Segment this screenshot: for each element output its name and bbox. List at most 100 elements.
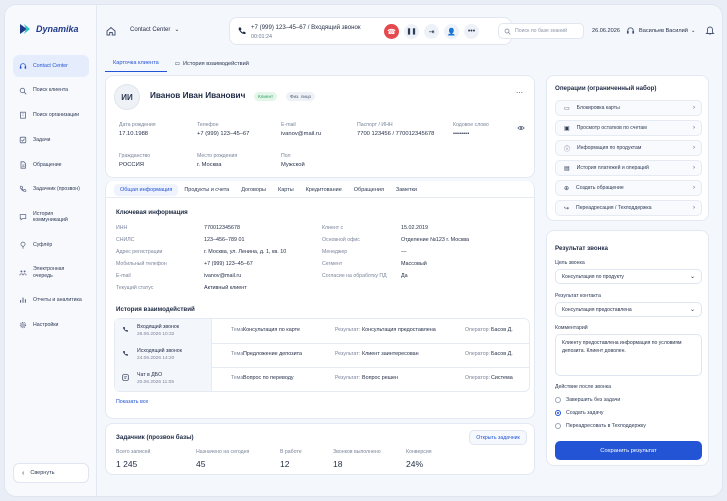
pause-icon: ❚❚ xyxy=(406,29,417,35)
subtab-notes[interactable]: Заметки xyxy=(390,184,423,196)
kv-value: Отделение №123 г. Москва xyxy=(401,237,470,243)
subtab-general[interactable]: Общая информация xyxy=(114,184,179,196)
goal-select[interactable]: Консультация по продукту ⌄ xyxy=(555,269,702,284)
option-create-task[interactable]: Создать задачу xyxy=(555,410,604,416)
subtab-appeals[interactable]: Обращения xyxy=(348,184,390,196)
sidebar-item-org-search[interactable]: Поиск организации xyxy=(13,104,89,126)
history-title: История взаимодействий xyxy=(116,306,195,313)
gear-icon xyxy=(19,321,27,328)
chevron-down-icon: ⌄ xyxy=(689,307,695,313)
kv-value: — xyxy=(401,249,407,255)
radio-button[interactable] xyxy=(555,397,561,403)
search-icon xyxy=(19,87,27,95)
sidebar-item-appeal[interactable]: Обращение xyxy=(13,154,89,176)
kv-value: 15.02.2019 xyxy=(401,225,428,231)
goal-value: Консультация по продукту xyxy=(562,273,624,280)
option-label: Переадресовать в Техподдержку xyxy=(566,423,646,429)
subtab-cards[interactable]: Карты xyxy=(272,184,300,196)
operation-products-info[interactable]: ⓘ Информация по продуктам › xyxy=(555,140,702,156)
more-button[interactable]: ••• xyxy=(464,24,479,39)
topbar: Contact Center ⌄ +7 (999) 123–45–67 / Вх… xyxy=(97,5,722,53)
sidebar-item-contact-center[interactable]: Contact Center xyxy=(13,55,89,77)
user-menu[interactable]: Васильев Василий ⌄ xyxy=(639,28,696,34)
history-type: Входящий звонок xyxy=(137,324,180,330)
info-icon: ⓘ xyxy=(564,146,571,153)
result-label: Результат: xyxy=(335,351,361,357)
search-input[interactable]: Поиск по базе знаний xyxy=(515,28,567,34)
history-row[interactable]: Входящий звонок 26.06.2026 10:32 Тема: К… xyxy=(115,319,533,343)
operation-create-appeal[interactable]: ⊕ Создать обращение › xyxy=(555,180,702,196)
history-result: Клиент заинтересован xyxy=(362,351,419,357)
chat-icon xyxy=(19,214,27,221)
history-result: Консультация предоставлена xyxy=(362,327,436,333)
history-row[interactable]: Чат в ДБО 20.06.2026 11:05 Тема: Вопрос … xyxy=(115,367,533,391)
sidebar-item-settings[interactable]: Настройки xyxy=(13,314,89,336)
kv-label: СНИЛС xyxy=(116,237,135,243)
operation-forward-support[interactable]: ↪ Переадресация / Техподдержка › xyxy=(555,200,702,216)
subtab-credit[interactable]: Кредитование xyxy=(300,184,348,196)
comment-textarea[interactable]: Клиенту предоставлена информация по усло… xyxy=(555,334,702,376)
knowledge-search[interactable]: Поиск по базе знаний xyxy=(498,23,584,39)
history-operator: Система xyxy=(491,375,513,381)
history-icon: ▤ xyxy=(564,165,570,172)
operation-label: Информация по продуктам xyxy=(577,145,642,151)
operation-payment-history[interactable]: ▤ История платежей и операций › xyxy=(555,160,702,176)
sidebar-item-client-search[interactable]: Поиск клиента xyxy=(13,80,89,102)
more-icon: ⋯ xyxy=(516,90,523,97)
history-topic: Консультация по карте xyxy=(243,327,301,333)
add-participant-button[interactable]: 👤 xyxy=(444,24,459,39)
collapse-button[interactable]: ‹ Свернуть xyxy=(13,463,89,483)
tab-client-card[interactable]: Карточка клиента xyxy=(105,55,167,72)
radio-button-selected[interactable] xyxy=(555,410,561,416)
sidebar-item-dialer[interactable]: Задачник (прозвон) xyxy=(13,178,89,200)
kv-label: Основной офис xyxy=(322,237,360,243)
history-topic: Вопрос по переводу xyxy=(243,375,294,381)
tasks-title: Задачник (прозвон базы) xyxy=(116,434,194,441)
divider xyxy=(106,197,534,198)
field-value: 17.10.1988 xyxy=(119,131,149,137)
eye-icon[interactable] xyxy=(517,125,525,131)
hold-button[interactable]: ❚❚ xyxy=(404,24,419,39)
open-tasks-button[interactable]: Открыть задачник xyxy=(469,430,527,445)
chart-icon xyxy=(20,297,26,303)
home-icon[interactable] xyxy=(105,25,117,37)
tab-history[interactable]: ▭ История взаимодействий xyxy=(167,55,257,72)
kv-value: 770012345678 xyxy=(204,225,240,231)
chevron-right-icon: › xyxy=(693,185,695,191)
logo: Dynamika xyxy=(19,23,79,35)
center-select[interactable]: Contact Center ⌄ xyxy=(130,26,179,34)
kv-value: ivanov@mail.ru xyxy=(204,273,242,279)
field-value: 7700 123456 / 770012345678 xyxy=(357,131,435,137)
operation-balances[interactable]: ▣ Просмотр остатков по счетам › xyxy=(555,120,702,136)
stat-value: 1 245 xyxy=(116,459,138,469)
subtab-products[interactable]: Продукты и счета xyxy=(178,184,235,196)
sidebar-item-tasks[interactable]: Задачи xyxy=(13,129,89,151)
history-operator: Басов Д. xyxy=(491,351,513,357)
history-row[interactable]: Исходящий звонок 24.06.2026 14:20 Тема: … xyxy=(115,343,533,367)
user-name: Васильев Василий xyxy=(639,28,688,34)
stat-label: В работе xyxy=(280,449,302,455)
operations-card: Операции (ограниченный набор) ▭ Блокиров… xyxy=(546,75,709,221)
contact-result-select[interactable]: Консультация предоставлена ⌄ xyxy=(555,302,702,317)
field-label: Место рождения xyxy=(197,153,238,159)
kv-label: Мобильный телефон xyxy=(116,261,167,267)
radio-button[interactable] xyxy=(555,423,561,429)
show-all-link[interactable]: Показать все xyxy=(116,399,148,405)
transfer-button[interactable]: ⇥ xyxy=(424,24,439,39)
client-more-button[interactable]: ⋯ xyxy=(516,89,523,97)
subtab-contracts[interactable]: Договоры xyxy=(235,184,272,196)
option-finish-no-task[interactable]: Завершить без задачи xyxy=(555,397,620,403)
hangup-button[interactable]: ☎ xyxy=(384,24,399,39)
sidebar-item-reports[interactable]: Отчеты и аналитика xyxy=(13,289,89,311)
save-result-button[interactable]: Сохранить результат xyxy=(555,441,702,460)
chevron-right-icon: › xyxy=(693,125,695,131)
stat-value: 24% xyxy=(406,459,424,469)
main-tabs: Карточка клиента ▭ История взаимодействи… xyxy=(105,55,257,72)
sidebar: Dynamika Contact Center Поиск клиента По… xyxy=(5,5,97,496)
bell-icon[interactable] xyxy=(705,25,715,35)
option-forward-support[interactable]: Переадресовать в Техподдержку xyxy=(555,423,646,429)
sidebar-item-prompter[interactable]: Суфлёр xyxy=(13,234,89,256)
sidebar-item-queue[interactable]: Электронная очередь xyxy=(13,259,89,287)
sidebar-item-comm-history[interactable]: История коммуникаций xyxy=(13,203,89,231)
operation-block-card[interactable]: ▭ Блокировка карты › xyxy=(555,100,702,116)
